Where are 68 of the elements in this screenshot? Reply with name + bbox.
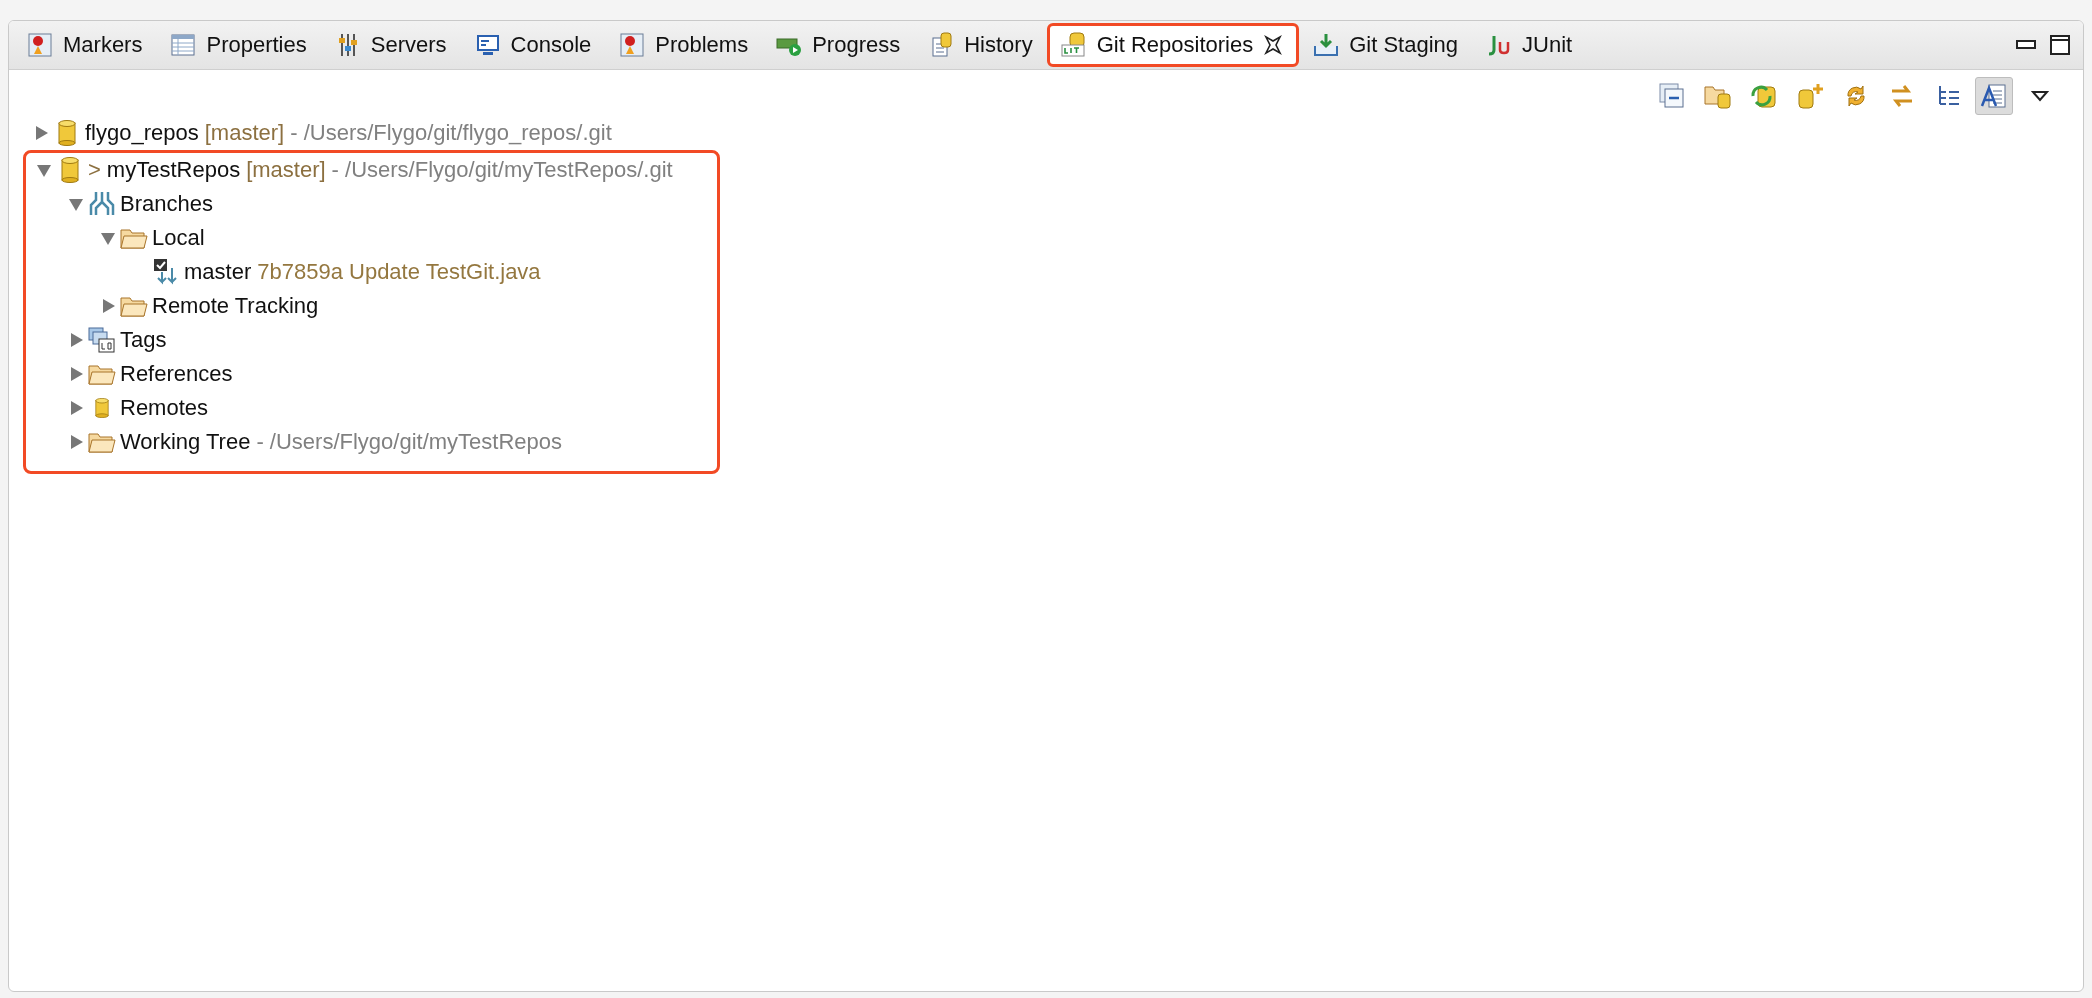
table-icon xyxy=(170,32,197,58)
download-tray-icon xyxy=(1313,32,1340,58)
minimize-icon xyxy=(2016,40,2036,50)
repository-path: - /Users/Flygo/git/flygo_repos/.git xyxy=(290,120,612,146)
toolbar-button[interactable] xyxy=(1975,77,2013,115)
tree-item[interactable]: Remote Tracking xyxy=(32,289,673,323)
tags-icon xyxy=(88,326,116,354)
tree-label: Tags xyxy=(120,327,167,353)
monitor-icon xyxy=(474,32,501,58)
folder-icon xyxy=(88,363,116,385)
tree-item[interactable]: > myTestRepos [master] - /Users/Flygo/git/myTestRepos/.git xyxy=(32,153,673,187)
view-tab[interactable]: Progress xyxy=(762,23,915,67)
collapse-arrow-icon[interactable] xyxy=(36,162,52,178)
expand-arrow-icon[interactable] xyxy=(68,400,84,416)
expand-arrow-icon[interactable] xyxy=(68,332,84,348)
expand-arrow-icon[interactable] xyxy=(68,366,84,382)
expand-arrow-icon[interactable] xyxy=(68,434,84,450)
tree-item[interactable]: flygo_repos [master] - /Users/Flygo/git/flygo_repos/.git xyxy=(29,116,2083,150)
dirty-marker: > xyxy=(88,157,101,183)
tree-item[interactable]: Working Tree - /Users/Flygo/git/myTestRepos xyxy=(32,425,673,459)
collapse-arrow-icon[interactable] xyxy=(100,230,116,246)
git-repository-icon xyxy=(1060,32,1087,58)
tree-label: flygo_repos xyxy=(85,120,199,146)
folder-icon xyxy=(88,431,116,453)
collapse-arrow-icon[interactable] xyxy=(68,196,84,212)
tree-item[interactable]: Tags xyxy=(32,323,673,357)
tree-label: Remote Tracking xyxy=(152,293,319,319)
view-tab[interactable]: Problems xyxy=(605,23,763,67)
cylinder-icon xyxy=(95,398,109,418)
folder-icon xyxy=(120,295,148,317)
marker-icon xyxy=(619,32,646,58)
tree-item[interactable]: Branches xyxy=(32,187,673,221)
view-tab[interactable]: History xyxy=(914,23,1047,67)
tree-label: master xyxy=(184,259,252,285)
tree-label: References xyxy=(120,361,233,387)
view-tab[interactable]: Servers xyxy=(320,23,461,67)
view-tab[interactable]: Git Staging xyxy=(1299,23,1473,67)
folder-icon xyxy=(120,227,148,249)
document-details-icon xyxy=(1980,82,2008,110)
branch-icon xyxy=(152,258,180,286)
tree-item[interactable]: master 7b7859a Update TestGit.java xyxy=(32,255,673,289)
marker-icon xyxy=(27,32,53,58)
tree-label: myTestRepos xyxy=(106,157,241,183)
expand-arrow-icon[interactable] xyxy=(100,298,116,314)
view-tab[interactable]: Markers xyxy=(13,23,157,67)
commit-info: 7b7859a Update TestGit.java xyxy=(257,259,541,285)
collapse-all-icon xyxy=(1658,82,1686,110)
view-tab[interactable]: Console xyxy=(460,23,606,67)
maximize-icon xyxy=(2050,35,2070,55)
tree-label: Remotes xyxy=(120,395,209,421)
tree-label: Working Tree xyxy=(120,429,251,455)
tree-label: Local xyxy=(152,225,205,251)
repository-path: - /Users/Flygo/git/myTestRepos/.git xyxy=(331,157,673,183)
cylinder-icon xyxy=(58,120,76,146)
expand-arrow-icon[interactable] xyxy=(33,125,49,141)
cylinder-plus-icon xyxy=(1796,82,1824,110)
tree-item[interactable]: References xyxy=(32,357,673,391)
tree-item[interactable]: Remotes xyxy=(32,391,673,425)
view-tab[interactable]: JUnit xyxy=(1472,23,1587,67)
tree-item[interactable]: Local xyxy=(32,221,673,255)
branch-name: [master] xyxy=(204,120,285,146)
branches-icon xyxy=(88,190,116,218)
tree-label: Branches xyxy=(120,191,213,217)
view-tab[interactable]: Properties xyxy=(156,23,321,67)
cylinder-icon xyxy=(61,157,79,183)
repository-path: - /Users/Flygo/git/myTestRepos xyxy=(256,429,563,455)
branch-name: [master] xyxy=(246,157,326,183)
view-tab[interactable]: Git Repositories xyxy=(1046,23,1300,67)
